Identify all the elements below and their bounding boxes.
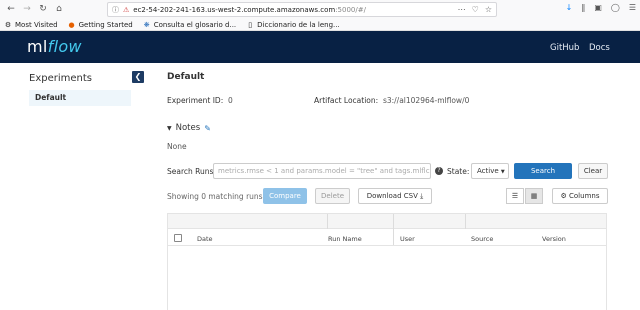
table-group-header xyxy=(168,214,606,229)
table-header-row xyxy=(168,230,606,246)
search-label: Search Runs: xyxy=(167,167,216,176)
column-header-user[interactable]: User xyxy=(400,235,415,243)
edit-icon[interactable]: ✎ xyxy=(204,124,211,133)
chevron-left-icon[interactable]: ❮ xyxy=(132,71,144,83)
gear-icon: ⚙ xyxy=(4,20,12,29)
experiment-id: Experiment ID: 0 xyxy=(167,96,233,105)
column-header-version[interactable]: Version xyxy=(542,235,566,243)
info-icon[interactable]: ⓘ xyxy=(112,5,119,15)
notes-toggle[interactable]: ▼ Notes ✎ xyxy=(167,123,211,133)
compare-button[interactable]: Compare xyxy=(263,188,307,204)
reload-icon[interactable]: ↻ xyxy=(36,2,50,16)
menu-icon[interactable]: ☰ xyxy=(629,3,636,12)
url-text: ec2-54-202-241-163.us-west-2.compute.ama… xyxy=(133,5,366,14)
sidebar-item-default[interactable]: Default xyxy=(29,90,131,106)
delete-button[interactable]: Delete xyxy=(315,188,350,204)
insecure-icon: ⚠ xyxy=(123,5,130,14)
columns-button[interactable]: ⚙ Columns xyxy=(552,188,608,204)
search-button[interactable]: Search xyxy=(514,163,572,179)
sidebar-icon[interactable]: ▣ xyxy=(594,3,602,12)
app-header: mlflow GitHub Docs xyxy=(0,31,640,63)
select-all-checkbox[interactable] xyxy=(174,234,182,242)
state-select[interactable]: Active ▼ xyxy=(471,163,509,179)
bookmark-most-visited[interactable]: ⚙ Most Visited xyxy=(4,21,58,29)
clear-button[interactable]: Clear xyxy=(578,163,608,179)
download-csv-button[interactable]: Download CSV ⤓ xyxy=(358,188,432,204)
address-bar[interactable]: ⓘ ⚠ ec2-54-202-241-163.us-west-2.compute… xyxy=(107,2,497,17)
forward-icon[interactable]: → xyxy=(20,2,34,16)
download-icon[interactable]: ↓ xyxy=(566,3,573,12)
caret-down-icon: ▼ xyxy=(167,124,172,132)
bookmark-getting-started[interactable]: ● Getting Started xyxy=(68,21,133,29)
github-link[interactable]: GitHub xyxy=(550,43,579,53)
bookmark-star-icon[interactable]: ☆ xyxy=(485,5,492,14)
bookmark-glosario[interactable]: ❋ Consulta el glosario d... xyxy=(143,21,236,29)
column-header-source[interactable]: Source xyxy=(471,235,493,243)
notes-content: None xyxy=(167,142,187,151)
bookmarks-bar: ⚙ Most Visited ● Getting Started ❋ Consulta… xyxy=(0,19,640,31)
back-icon[interactable]: ← xyxy=(4,2,18,16)
search-input[interactable] xyxy=(213,163,431,179)
page-icon: ▯ xyxy=(248,20,253,29)
sidebar-title: Experiments xyxy=(29,73,92,84)
column-divider xyxy=(465,214,466,229)
bookmark-diccionario[interactable]: ▯ Diccionario de la leng... xyxy=(246,21,340,29)
grid-view-icon[interactable]: ▦ xyxy=(525,188,543,204)
docs-link[interactable]: Docs xyxy=(589,43,610,53)
account-icon[interactable]: ◯ xyxy=(611,3,620,12)
library-icon[interactable]: ‖ xyxy=(581,3,585,12)
mlflow-logo[interactable]: mlflow xyxy=(27,37,82,56)
help-icon[interactable]: ? xyxy=(435,167,443,175)
artifact-location: Artifact Location: s3://al102964-mlflow/… xyxy=(314,96,470,105)
more-icon[interactable]: ⋯ xyxy=(458,5,466,14)
pocket-icon[interactable]: ♡ xyxy=(472,5,479,14)
experiment-title: Default xyxy=(167,72,205,82)
column-header-date[interactable]: Date xyxy=(197,235,213,243)
state-label: State: xyxy=(447,167,470,176)
gear-icon: ⚙ xyxy=(560,192,567,200)
matching-runs-count: Showing 0 matching runs xyxy=(167,192,263,201)
caret-down-icon: ▼ xyxy=(500,169,505,175)
list-view-icon[interactable]: ☰ xyxy=(506,188,524,204)
home-icon[interactable]: ⌂ xyxy=(52,2,66,16)
browser-toolbar: ← → ↻ ⌂ ⓘ ⚠ ec2-54-202-241-163.us-west-2… xyxy=(0,0,640,19)
globe-icon: ❋ xyxy=(143,20,150,29)
runs-table: Date Run Name User Source Version xyxy=(167,213,607,310)
column-divider xyxy=(327,214,328,229)
column-header-run-name[interactable]: Run Name xyxy=(328,235,362,243)
firefox-icon: ● xyxy=(68,20,75,29)
download-icon: ⤓ xyxy=(420,192,424,200)
